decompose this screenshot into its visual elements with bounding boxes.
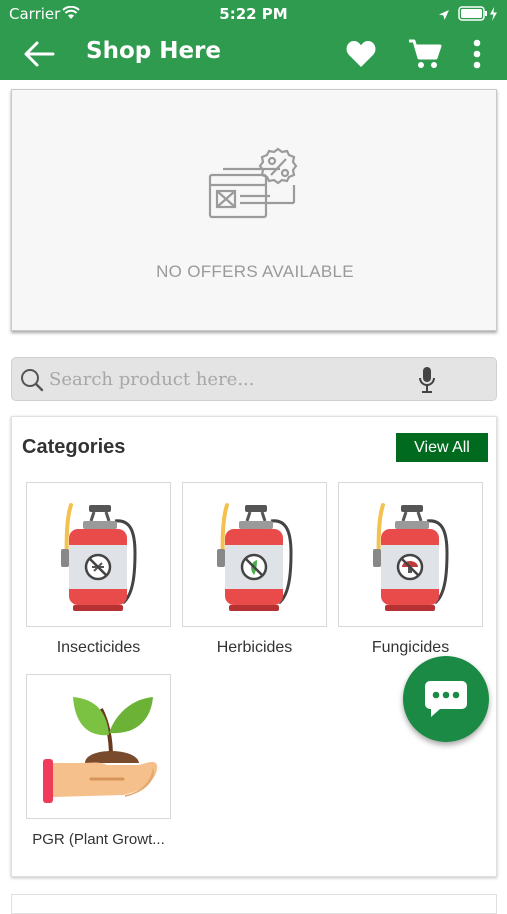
category-tile-herbicides[interactable]: Herbicides	[182, 482, 327, 657]
no-offers-text: NO OFFERS AVAILABLE	[156, 262, 354, 281]
category-label: Insecticides	[56, 639, 141, 656]
heart-icon[interactable]	[345, 39, 377, 73]
view-all-button[interactable]: View All	[396, 433, 488, 462]
app-bar: Shop Here	[0, 28, 507, 80]
microphone-icon[interactable]	[417, 366, 437, 398]
status-bar: Carrier 5:22 PM	[0, 0, 507, 28]
next-section-card	[11, 894, 497, 914]
offers-banner: NO OFFERS AVAILABLE	[11, 89, 497, 331]
search-input[interactable]	[49, 366, 409, 392]
battery-icon	[458, 6, 500, 26]
category-label: Herbicides	[216, 639, 293, 656]
herbicide-sprayer-icon	[182, 482, 327, 627]
insecticide-sprayer-icon	[26, 482, 171, 627]
clock: 5:22 PM	[219, 5, 288, 23]
category-label: PGR (Plant Growt...	[32, 831, 165, 848]
back-arrow-icon[interactable]	[22, 39, 56, 69]
category-tile-pgr[interactable]: PGR (Plant Growt...	[26, 674, 171, 848]
category-tile-insecticides[interactable]: Insecticides	[26, 482, 171, 657]
more-options-icon[interactable]	[470, 38, 484, 74]
plant-in-hand-icon	[26, 674, 171, 819]
chat-button[interactable]	[403, 656, 489, 742]
cart-icon[interactable]	[407, 38, 443, 74]
search-icon	[20, 368, 44, 396]
discount-card-icon	[208, 145, 304, 225]
page-title: Shop Here	[86, 38, 222, 64]
categories-title: Categories	[22, 436, 126, 458]
search-bar[interactable]	[11, 357, 497, 401]
location-icon	[438, 7, 450, 25]
categories-card: Categories View All Insecticides Herbici…	[11, 416, 497, 877]
fungicide-sprayer-icon	[338, 482, 483, 627]
category-tile-fungicides[interactable]: Fungicides	[338, 482, 483, 657]
category-label: Fungicides	[371, 639, 450, 656]
